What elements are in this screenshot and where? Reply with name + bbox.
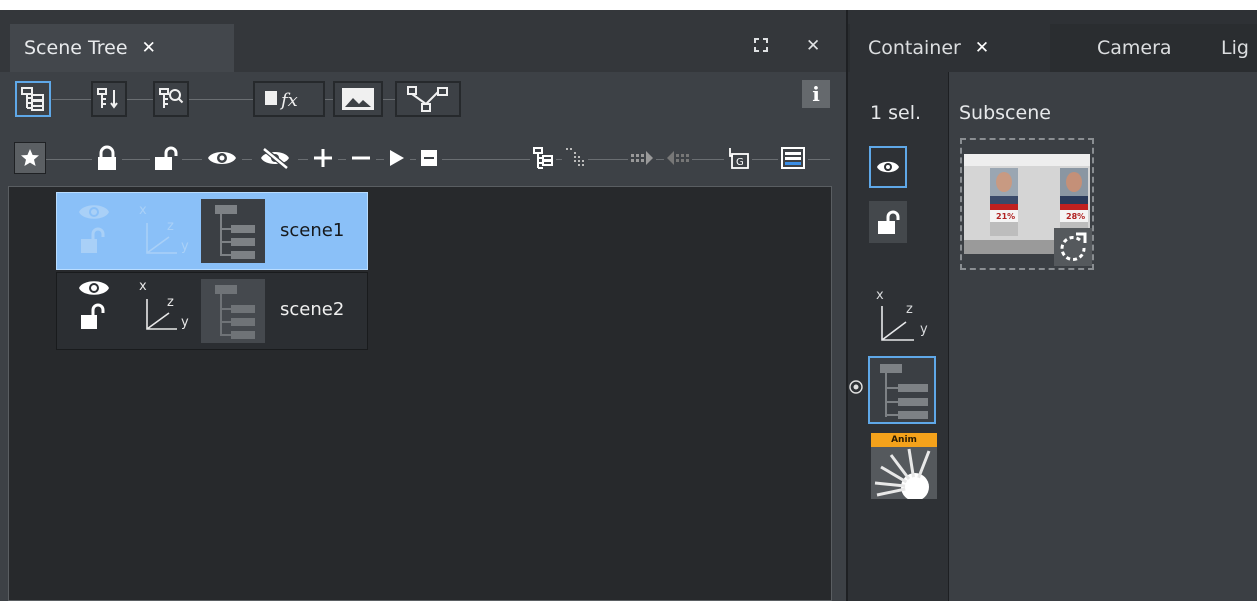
subscene-thumbnail[interactable]: 21% 28% [960,138,1094,270]
section-label: Subscene [959,102,1051,124]
tree-row-label: scene1 [280,220,345,241]
tab-scene-tree[interactable]: Scene Tree ✕ [10,24,234,72]
tree-branch-icon [533,147,553,169]
selection-count: 1 sel. [870,102,922,124]
anim-plugin-button[interactable]: Anim [871,433,937,501]
axis-x-label: x [139,279,147,294]
axis-x-label: x [139,203,147,218]
window-top-strip [0,0,1257,10]
play-icon [390,150,404,166]
eye-hidden-icon [261,146,289,170]
tree-search-button[interactable] [153,81,189,117]
tree-sort-button[interactable] [91,81,127,117]
collapse-icon [421,150,437,166]
star-icon [21,149,39,166]
node-graph-button[interactable] [395,81,461,117]
tab-close-icon[interactable]: ✕ [142,38,156,58]
image-button[interactable] [333,81,383,117]
radio-indicator-icon[interactable] [849,380,863,394]
node-graph-icon [407,86,448,112]
visibility-icon[interactable] [77,199,111,255]
axis-y-label: y [920,322,928,337]
minus-icon [352,156,370,160]
move-right-icon [631,151,653,165]
tab-container[interactable]: Container ✕ [850,24,1050,72]
effects-button[interactable]: fx [253,81,325,117]
anim-badge: Anim [871,433,937,447]
tab-scene-tree-label: Scene Tree [24,37,128,59]
axis-icon[interactable] [145,297,179,333]
effects-icon: fx [265,90,298,111]
play-button[interactable] [384,142,410,174]
unlock-icon [155,146,178,170]
visibility-icon[interactable] [77,275,111,331]
svg-text:G: G [736,157,744,168]
favorite-button[interactable] [14,142,46,174]
add-button[interactable] [308,142,338,174]
axis-y-label: y [181,315,189,330]
move-left-icon [667,151,689,165]
anim-wheel-icon [871,447,937,501]
unlock-icon [878,210,900,234]
subscene-icon[interactable] [201,199,265,263]
hide-button[interactable] [252,142,298,174]
tree-row-scene1[interactable]: x z y scene1 [56,192,368,270]
lock-button[interactable] [92,142,122,174]
tree-dotted-button[interactable] [562,142,588,174]
tree-search-icon [159,88,184,108]
tree-view-icon [21,87,44,111]
axis-x-label: x [876,288,884,303]
eye-icon [208,152,236,164]
maximize-icon[interactable] [752,36,770,59]
eye-icon [877,161,899,173]
tree-branch-button[interactable] [530,142,556,174]
unlock-button[interactable] [150,142,182,174]
layout-button[interactable] [778,142,808,174]
lock-toggle[interactable] [869,201,907,243]
thumb-percent-left: 21% [996,212,1016,221]
subscene-plugin-button[interactable] [868,356,936,424]
tab-camera[interactable]: Camera [1097,24,1172,72]
tree-view-button[interactable] [15,81,51,117]
axis-y-label: y [181,239,189,254]
lock-icon [98,145,116,170]
axis-icon[interactable] [145,221,179,257]
info-icon: i [812,82,820,106]
tree-row-label: scene2 [280,299,345,320]
move-left-button[interactable] [664,142,692,174]
image-icon [342,88,374,110]
visibility-toggle[interactable] [869,146,907,188]
remove-button[interactable] [346,142,376,174]
subscene-icon [880,364,928,419]
subscene-icon[interactable] [201,279,265,343]
tab-container-label: Container [868,37,961,59]
tab-light-label: Lig [1221,37,1249,59]
move-right-button[interactable] [628,142,656,174]
svg-text:fx: fx [279,90,298,111]
group-button[interactable]: G [724,142,752,174]
info-button[interactable]: i [802,80,830,108]
panel-close-icon[interactable]: ✕ [806,36,820,56]
collapse-button[interactable] [416,142,442,174]
tab-camera-label: Camera [1097,37,1172,59]
tree-sort-icon [97,88,118,109]
layout-icon [781,147,805,169]
thumb-percent-right: 28% [1066,212,1086,221]
reload-icon[interactable] [1054,228,1092,266]
tree-dotted-icon [566,148,584,166]
axis-icon[interactable] [880,304,916,342]
tree-row-scene2[interactable]: x z y scene2 [56,272,368,350]
show-button[interactable] [202,142,242,174]
group-icon: G [729,148,749,169]
tab-close-icon[interactable]: ✕ [975,38,989,58]
tab-light[interactable]: Lig [1221,24,1249,72]
plus-icon [314,149,332,167]
